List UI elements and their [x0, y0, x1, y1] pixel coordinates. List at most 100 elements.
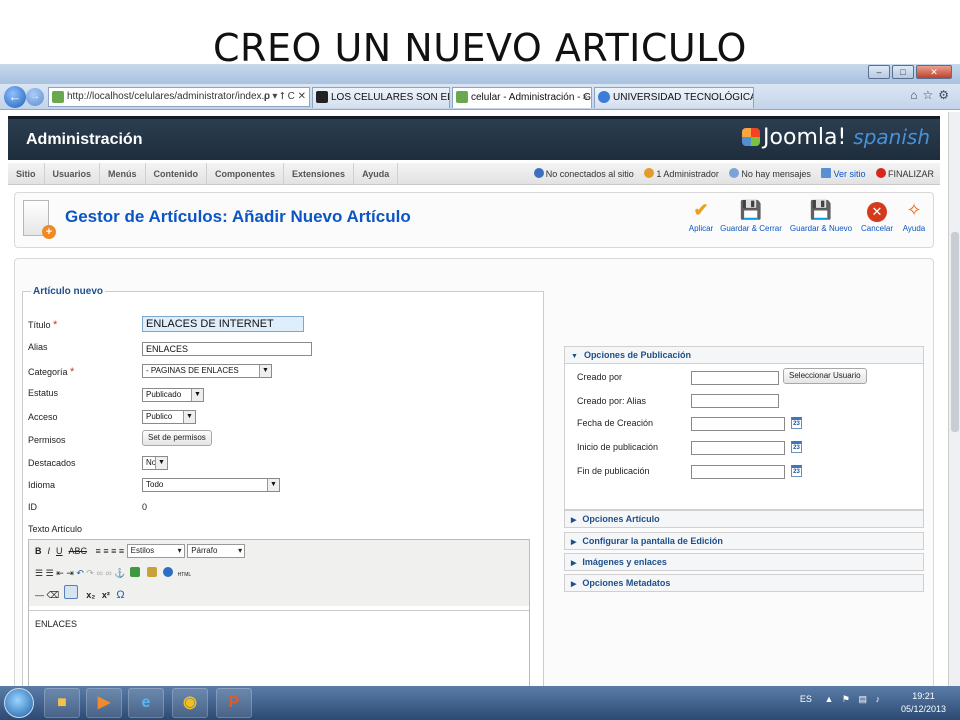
windows-taskbar: ■ ▶ e ◉ P ES ▲ ⚑ ▤ ♪ 19:21 05/12/2013 — [0, 686, 960, 720]
select-user-button[interactable]: Seleccionar Usuario — [783, 368, 867, 384]
forward-button[interactable]: → — [26, 88, 44, 106]
eraser-icon[interactable]: ⌫ — [47, 590, 60, 600]
internet-explorer-taskbar-icon[interactable]: e — [128, 688, 164, 718]
created-by-alias-input[interactable] — [691, 394, 779, 408]
link-icon[interactable]: ∞ — [96, 568, 102, 578]
bullet-list-icon[interactable]: ☰ — [35, 568, 43, 578]
address-tools[interactable]: ρ ▾ ⭡ C ✕ — [264, 88, 306, 106]
cancel-button[interactable]: ✕ Cancelar — [859, 199, 895, 233]
back-button[interactable]: ← — [4, 86, 26, 108]
editor-content[interactable]: ENLACES — [29, 610, 529, 686]
images-links-panel[interactable]: ▶ Imágenes y enlaces — [564, 553, 924, 571]
horizontal-rule-icon[interactable]: — — [35, 590, 44, 600]
tab-celulares-diablo[interactable]: LOS CELULARES SON EL DIABLO — [312, 87, 450, 108]
finish-link[interactable]: FINALIZAR — [875, 168, 934, 179]
calendar-icon[interactable]: 23 — [791, 417, 802, 429]
chrome-taskbar-icon[interactable]: ◉ — [172, 688, 208, 718]
special-char-omega-icon[interactable]: Ω — [116, 589, 124, 601]
metadata-options-panel[interactable]: ▶ Opciones Metadatos — [564, 574, 924, 592]
save-new-button[interactable]: 💾 Guardar & Nuevo — [789, 199, 853, 233]
menu-extensiones[interactable]: Extensiones — [284, 163, 355, 185]
created-by-input[interactable] — [691, 371, 779, 385]
numbered-list-icon[interactable]: ☰ — [46, 568, 54, 578]
alias-input[interactable]: ENLACES — [142, 342, 312, 356]
scrollbar-thumb[interactable] — [951, 232, 959, 432]
tab-universidad[interactable]: UNIVERSIDAD TECNOLÓGICA ... — [594, 87, 754, 108]
html-icon[interactable]: HTML — [178, 572, 192, 578]
language-indicator[interactable]: ES — [800, 694, 812, 704]
image-icon[interactable] — [130, 567, 141, 577]
address-bar[interactable]: http://localhost/celulares/administrator… — [48, 87, 310, 107]
view-site-link[interactable]: Ver sitio — [821, 168, 865, 179]
explorer-taskbar-icon[interactable]: ■ — [44, 688, 80, 718]
favorites-star-icon: ☆ — [922, 88, 939, 102]
italic-icon[interactable]: I — [48, 546, 51, 556]
strikethrough-icon[interactable]: ABC — [69, 546, 88, 556]
creation-date-input[interactable] — [691, 417, 785, 431]
menu-sitio[interactable]: Sitio — [8, 163, 45, 185]
maximize-button[interactable]: □ — [892, 65, 914, 79]
permissions-button[interactable]: Set de permisos — [142, 430, 212, 446]
undo-icon[interactable]: ↶ — [76, 568, 84, 578]
page-scrollbar[interactable] — [948, 112, 960, 686]
clock-date: 05/12/2013 — [900, 704, 946, 714]
menu-usuarios[interactable]: Usuarios — [45, 163, 101, 185]
subscript-icon[interactable]: x₂ — [86, 590, 95, 600]
article-options-panel[interactable]: ▶ Opciones Artículo — [564, 510, 924, 528]
tab-favicon-icon — [316, 91, 328, 103]
cleanup-icon[interactable] — [146, 567, 157, 577]
apply-button[interactable]: ✔ Aplicar — [685, 199, 717, 233]
calendar-icon[interactable]: 23 — [791, 441, 802, 453]
category-select[interactable]: - PAGINAS DE ENLACES ▼ — [142, 364, 272, 378]
show-hidden-icons-icon[interactable]: ▲ — [824, 694, 833, 704]
volume-icon[interactable]: ♪ — [876, 694, 881, 704]
created-by-label: Creado por — [577, 372, 623, 382]
bold-icon[interactable]: B — [35, 546, 42, 556]
help-button[interactable]: ✧ Ayuda — [899, 199, 929, 233]
tab-administracion[interactable]: celular - Administración - G... × — [452, 87, 592, 108]
underline-icon[interactable]: U — [56, 546, 63, 556]
save-close-label: Guardar & Cerrar — [720, 224, 782, 233]
format-select[interactable]: Párrafo ▾ — [187, 544, 246, 558]
menu-ayuda[interactable]: Ayuda — [354, 163, 399, 185]
language-select[interactable]: Todo ▼ — [142, 478, 280, 492]
styles-select[interactable]: Estilos ▾ — [126, 544, 185, 558]
align-left-icon[interactable]: ≡ — [96, 546, 101, 556]
menu-menus[interactable]: Menús — [100, 163, 146, 185]
save-close-button[interactable]: 💾 Guardar & Cerrar — [719, 199, 783, 233]
media-player-taskbar-icon[interactable]: ▶ — [86, 688, 122, 718]
align-right-icon[interactable]: ≡ — [111, 546, 116, 556]
close-window-button[interactable]: ✕ — [916, 65, 952, 79]
browser-right-tools[interactable]: ⌂☆⚙ — [910, 88, 954, 102]
publish-end-input[interactable] — [691, 465, 785, 479]
table-icon[interactable] — [63, 585, 78, 599]
unlink-icon[interactable]: ∞ — [105, 568, 111, 578]
featured-select[interactable]: No ▼ — [142, 456, 168, 470]
taskbar-clock[interactable]: 19:21 05/12/2013 — [901, 690, 946, 716]
outdent-icon[interactable]: ⇤ — [56, 568, 64, 578]
powerpoint-taskbar-icon[interactable]: P — [216, 688, 252, 718]
access-select[interactable]: Publico ▼ — [142, 410, 196, 424]
status-select[interactable]: Publicado ▼ — [142, 388, 204, 402]
superscript-icon[interactable]: x² — [102, 590, 110, 600]
anchor-icon[interactable]: ⚓ — [114, 568, 125, 578]
indent-icon[interactable]: ⇥ — [66, 568, 74, 578]
align-center-icon[interactable]: ≡ — [103, 546, 108, 556]
edit-screen-config-panel[interactable]: ▶ Configurar la pantalla de Edición — [564, 532, 924, 550]
align-justify-icon[interactable]: ≡ — [119, 546, 124, 556]
menu-componentes[interactable]: Componentes — [207, 163, 285, 185]
menu-contenido[interactable]: Contenido — [146, 163, 208, 185]
tab-close-icon[interactable]: × — [582, 88, 588, 107]
publishing-options-header[interactable]: ▼ Opciones de Publicación — [564, 346, 924, 364]
minimize-button[interactable]: – — [868, 65, 890, 79]
redo-icon[interactable]: ↷ — [86, 568, 94, 578]
flag-icon[interactable]: ⚑ — [842, 694, 850, 704]
joomla-suffix: spanish — [853, 125, 930, 149]
start-button[interactable] — [4, 688, 34, 718]
calendar-icon[interactable]: 23 — [791, 465, 802, 477]
network-icon[interactable]: ▤ — [858, 694, 867, 704]
publishing-options-body: Creado por Seleccionar Usuario Creado po… — [564, 364, 924, 510]
help-icon[interactable] — [163, 567, 174, 577]
title-input[interactable]: ENLACES DE INTERNET — [142, 316, 304, 332]
publish-start-input[interactable] — [691, 441, 785, 455]
